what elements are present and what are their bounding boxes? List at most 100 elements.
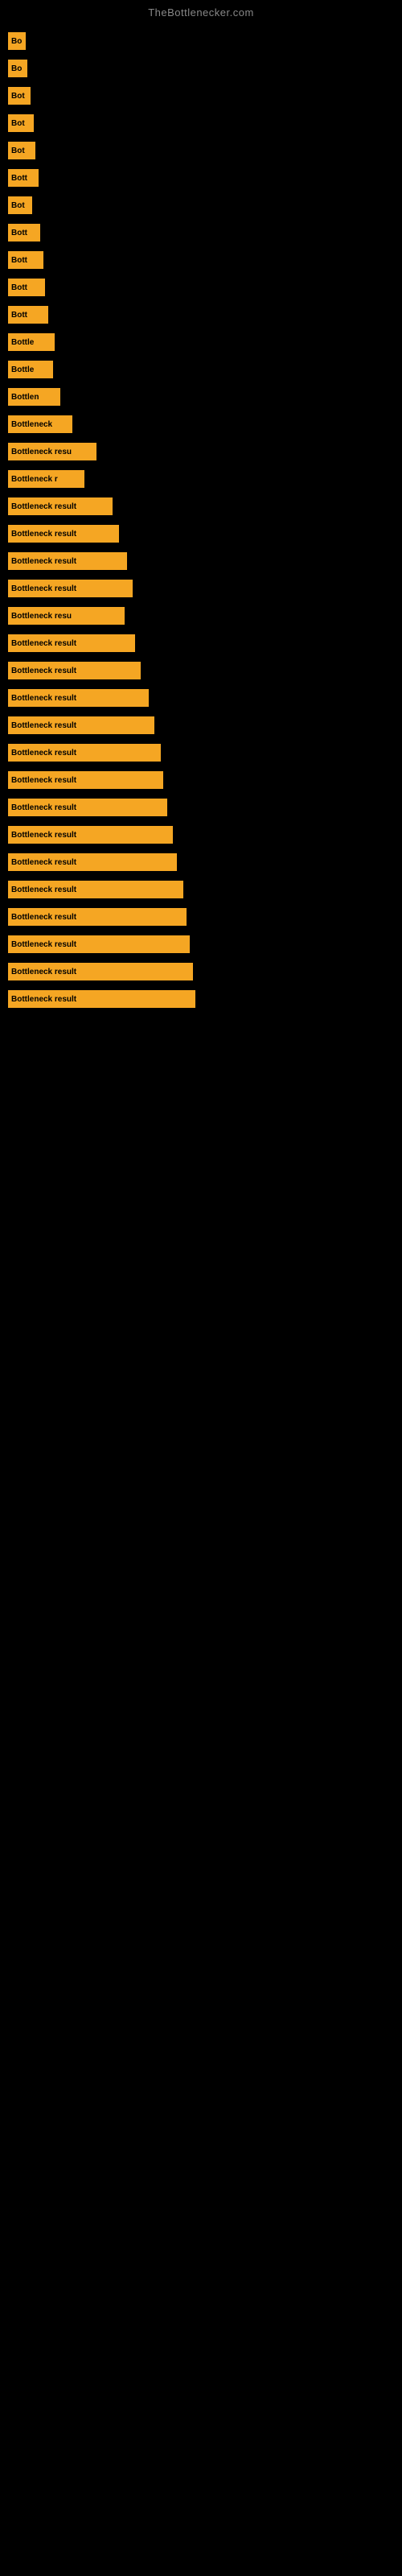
bar-row: Bot — [8, 112, 394, 134]
result-bar: Bottleneck — [8, 415, 72, 433]
bar-label: Bott — [11, 229, 27, 237]
result-bar: Bottle — [8, 333, 55, 351]
result-bar: Bottle — [8, 361, 53, 378]
bar-label: Bottleneck result — [11, 913, 76, 922]
bar-label: Bottleneck result — [11, 858, 76, 867]
bar-label: Bottleneck result — [11, 831, 76, 840]
bar-row: Bot — [8, 139, 394, 162]
bar-row: Bottleneck — [8, 413, 394, 436]
bar-label: Bottleneck — [11, 420, 52, 429]
bar-label: Bot — [11, 119, 25, 128]
result-bar: Bottleneck resu — [8, 443, 96, 460]
result-bar: Bottleneck result — [8, 716, 154, 734]
bar-label: Bot — [11, 201, 25, 210]
result-bar: Bott — [8, 279, 45, 296]
bar-row: Bottleneck result — [8, 878, 394, 901]
result-bar: Bottleneck result — [8, 634, 135, 652]
bar-label: Bo — [11, 64, 22, 73]
bar-row: Bottleneck result — [8, 960, 394, 983]
bar-row: Bott — [8, 249, 394, 271]
result-bar: Bott — [8, 169, 39, 187]
bar-label: Bottleneck result — [11, 557, 76, 566]
bar-row: Bottleneck resu — [8, 440, 394, 463]
bar-row: Bottleneck result — [8, 741, 394, 764]
bar-row: Bottleneck result — [8, 851, 394, 873]
bar-label: Bottleneck result — [11, 667, 76, 675]
bar-row: Bottleneck result — [8, 796, 394, 819]
bar-label: Bottleneck result — [11, 968, 76, 976]
result-bar: Bo — [8, 60, 27, 77]
bar-row: Bott — [8, 167, 394, 189]
bar-label: Bottleneck r — [11, 475, 58, 484]
bar-label: Bottleneck result — [11, 749, 76, 758]
result-bar: Bottleneck result — [8, 744, 161, 762]
site-title: TheBottlenecker.com — [0, 0, 402, 22]
bar-row: Bottleneck r — [8, 468, 394, 490]
bar-row: Bottleneck result — [8, 714, 394, 737]
result-bar: Bot — [8, 87, 31, 105]
bar-label: Bottleneck result — [11, 940, 76, 949]
result-bar: Bottleneck r — [8, 470, 84, 488]
result-bar: Bottleneck result — [8, 689, 149, 707]
result-bar: Bottleneck result — [8, 963, 193, 980]
bar-row: Bottleneck result — [8, 522, 394, 545]
bar-label: Bottle — [11, 338, 34, 347]
bar-label: Bottleneck resu — [11, 612, 72, 621]
bar-row: Bott — [8, 303, 394, 326]
result-bar: Bottleneck resu — [8, 607, 125, 625]
result-bar: Bottleneck result — [8, 771, 163, 789]
result-bar: Bottleneck result — [8, 580, 133, 597]
bar-label: Bo — [11, 37, 22, 46]
bar-row: Bottleneck result — [8, 906, 394, 928]
result-bar: Bottleneck result — [8, 799, 167, 816]
result-bar: Bottleneck result — [8, 497, 113, 515]
bar-label: Bottleneck result — [11, 530, 76, 539]
bars-container: Bo Bo Bot Bot Bot Bott Bot Bott Bott Bott Bott Bott… — [0, 22, 402, 1023]
bar-row: Bottle — [8, 331, 394, 353]
result-bar: Bot — [8, 142, 35, 159]
bar-row: Bot — [8, 194, 394, 217]
bar-row: Bottleneck result — [8, 632, 394, 654]
result-bar: Bott — [8, 224, 40, 242]
bar-label: Bottle — [11, 365, 34, 374]
result-bar: Bottleneck result — [8, 990, 195, 1008]
result-bar: Bottleneck result — [8, 935, 190, 953]
bar-row: Bo — [8, 30, 394, 52]
result-bar: Bott — [8, 306, 48, 324]
bar-row: Bott — [8, 221, 394, 244]
bar-label: Bott — [11, 283, 27, 292]
bar-row: Bottleneck result — [8, 550, 394, 572]
bar-label: Bottleneck result — [11, 803, 76, 812]
bar-row: Bottleneck result — [8, 687, 394, 709]
result-bar: Bottleneck result — [8, 662, 141, 679]
bar-label: Bott — [11, 311, 27, 320]
result-bar: Bott — [8, 251, 43, 269]
bar-label: Bott — [11, 256, 27, 265]
bar-label: Bottleneck result — [11, 639, 76, 648]
bar-label: Bottleneck result — [11, 694, 76, 703]
bar-label: Bottleneck result — [11, 776, 76, 785]
result-bar: Bottleneck result — [8, 552, 127, 570]
result-bar: Bottlen — [8, 388, 60, 406]
result-bar: Bo — [8, 32, 26, 50]
bar-row: Bot — [8, 85, 394, 107]
bar-label: Bott — [11, 174, 27, 183]
bar-label: Bottlen — [11, 393, 39, 402]
bar-label: Bottleneck result — [11, 995, 76, 1004]
bar-row: Bottleneck result — [8, 577, 394, 600]
bar-row: Bottleneck resu — [8, 605, 394, 627]
bar-row: Bottleneck result — [8, 988, 394, 1010]
bar-label: Bottleneck result — [11, 502, 76, 511]
bar-label: Bottleneck result — [11, 721, 76, 730]
bar-row: Bottlen — [8, 386, 394, 408]
bar-row: Bottle — [8, 358, 394, 381]
bar-row: Bottleneck result — [8, 659, 394, 682]
bar-row: Bottleneck result — [8, 933, 394, 956]
bar-label: Bot — [11, 147, 25, 155]
result-bar: Bottleneck result — [8, 881, 183, 898]
bar-row: Bott — [8, 276, 394, 299]
bar-label: Bot — [11, 92, 25, 101]
result-bar: Bottleneck result — [8, 853, 177, 871]
result-bar: Bot — [8, 196, 32, 214]
bar-row: Bottleneck result — [8, 495, 394, 518]
